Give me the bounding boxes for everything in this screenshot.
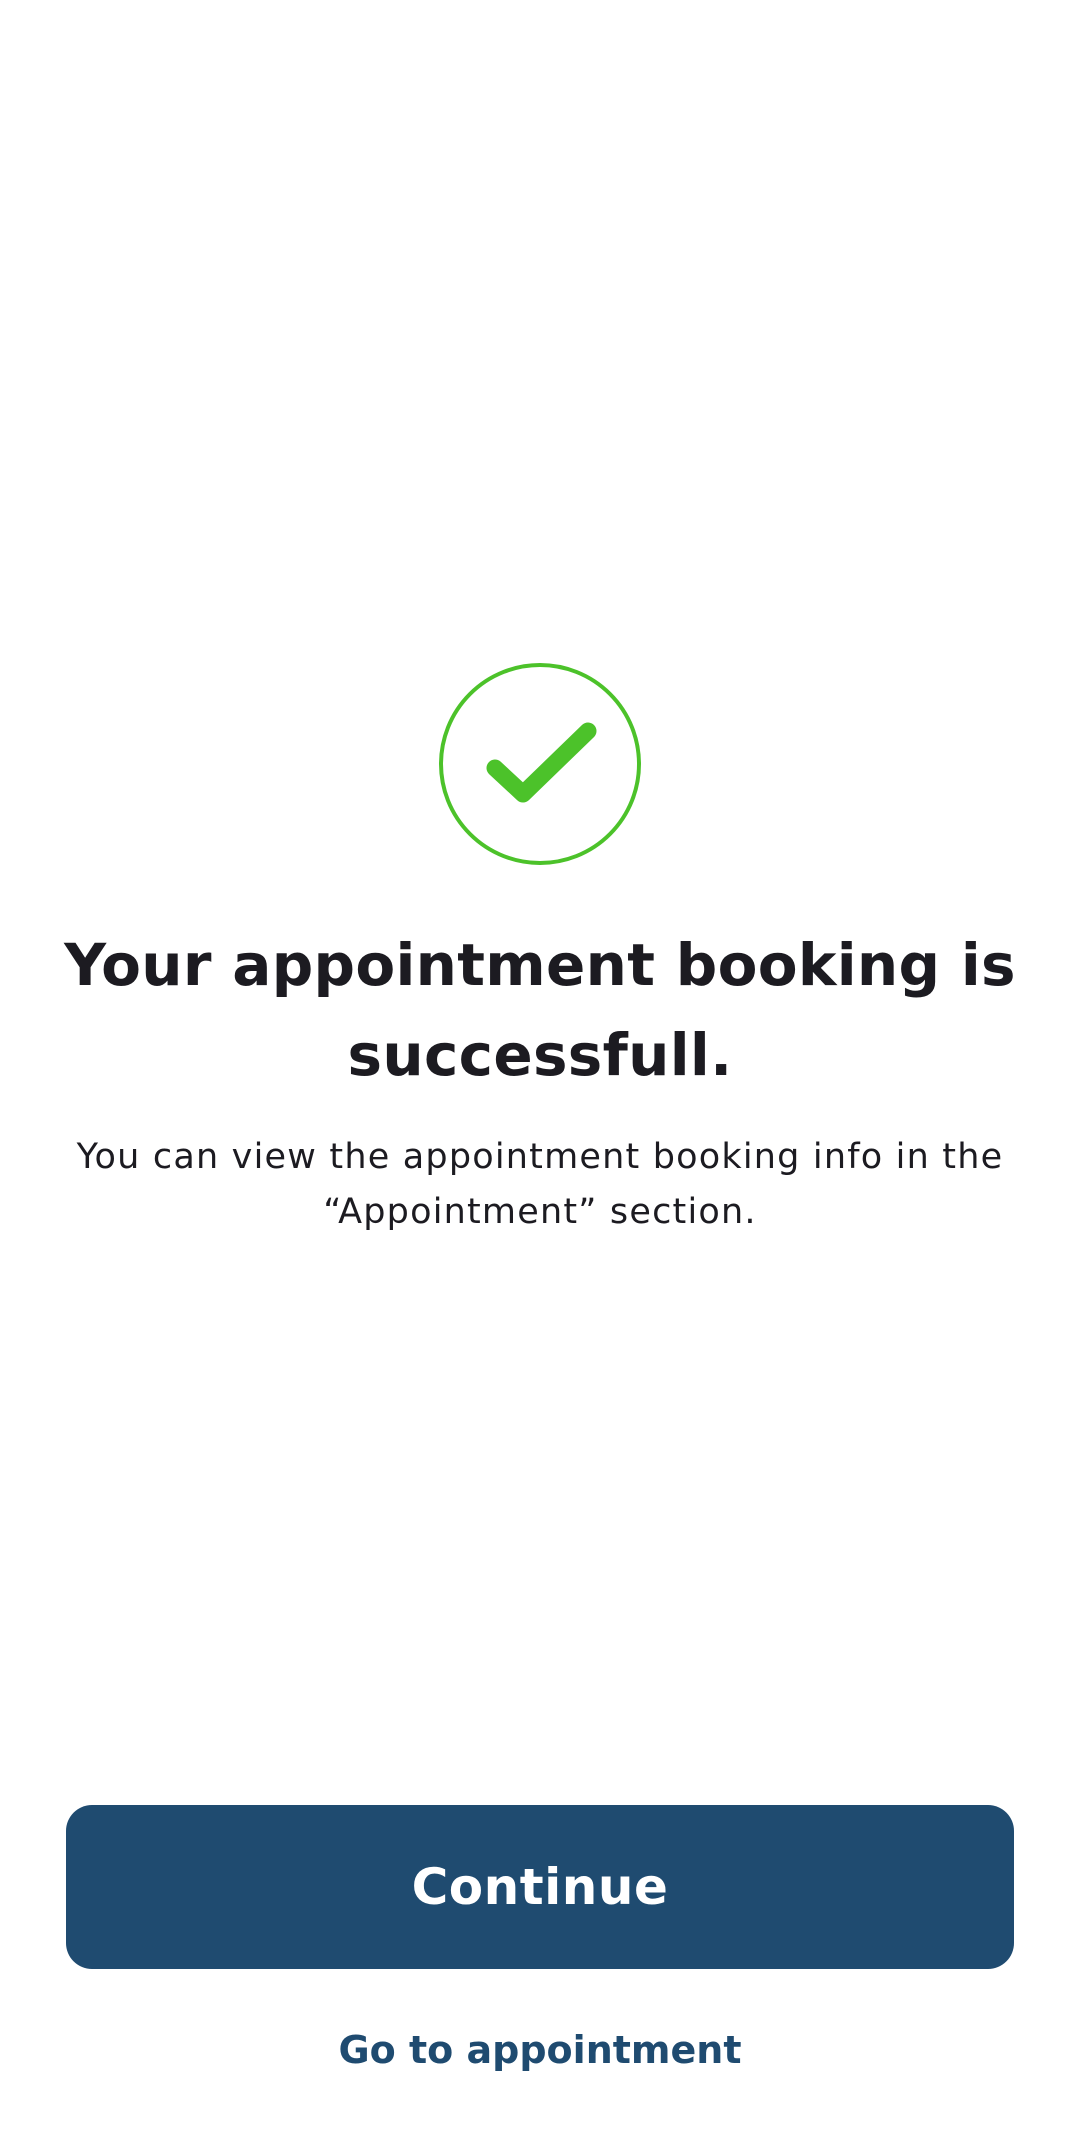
success-title: Your appointment booking is successfull. xyxy=(64,931,1016,1089)
go-to-appointment-link[interactable]: Go to appointment xyxy=(240,2020,840,2080)
check-circle-icon xyxy=(438,662,642,866)
success-description: You can view the appointment booking inf… xyxy=(76,1137,1004,1232)
continue-button[interactable]: Continue xyxy=(66,1805,1014,1969)
